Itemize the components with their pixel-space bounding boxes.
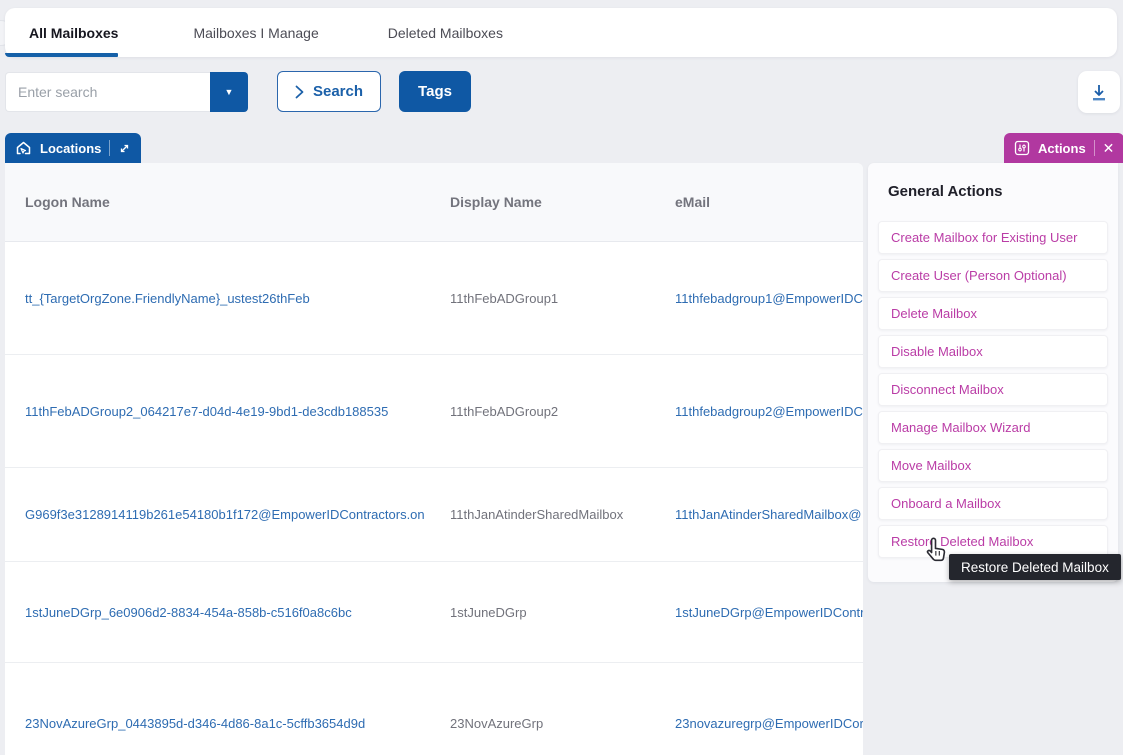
- active-tab-underline: [5, 53, 118, 57]
- email-link[interactable]: 11thfebadgroup1@EmpowerIDCo: [675, 291, 863, 306]
- tab-bar: All Mailboxes Mailboxes I Manage Deleted…: [5, 8, 1117, 57]
- actions-label: Actions: [1038, 141, 1086, 156]
- logon-name-link[interactable]: G969f3e3128914119b261e54180b1f172@Empowe…: [25, 507, 450, 522]
- download-icon: [1090, 83, 1108, 102]
- tab-all-mailboxes[interactable]: All Mailboxes: [29, 25, 118, 41]
- divider: [109, 140, 110, 156]
- panel-title: General Actions: [888, 183, 1002, 200]
- search-button[interactable]: Search: [277, 71, 381, 112]
- actions-toggle[interactable]: Actions ✕: [1004, 133, 1123, 163]
- general-actions-panel: General Actions Create Mailbox for Exist…: [868, 163, 1118, 582]
- display-name-cell: 11thFebADGroup2: [450, 404, 675, 419]
- column-header-display-name[interactable]: Display Name: [450, 194, 675, 210]
- divider: [1094, 140, 1095, 156]
- table-row: 23NovAzureGrp_0443895d-d346-4d86-8a1c-5c…: [5, 663, 863, 755]
- close-icon[interactable]: ✕: [1103, 141, 1115, 155]
- display-name-cell: 23NovAzureGrp: [450, 716, 675, 731]
- tab-deleted-mailboxes[interactable]: Deleted Mailboxes: [388, 25, 503, 41]
- tab-mailboxes-i-manage[interactable]: Mailboxes I Manage: [193, 25, 318, 41]
- email-link[interactable]: 11thJanAtinderSharedMailbox@: [675, 507, 863, 522]
- search-dropdown-button[interactable]: ▼: [210, 72, 248, 112]
- download-button[interactable]: [1078, 71, 1120, 113]
- action-list: Create Mailbox for Existing User Create …: [878, 221, 1108, 558]
- email-link[interactable]: 1stJuneDGrp@EmpowerIDContr: [675, 605, 863, 620]
- locations-toggle[interactable]: Locations: [5, 133, 141, 163]
- search-button-label: Search: [313, 83, 363, 100]
- action-disconnect-mailbox[interactable]: Disconnect Mailbox: [878, 373, 1108, 406]
- table-row: 11thFebADGroup2_064217e7-d04d-4e19-9bd1-…: [5, 355, 863, 468]
- table-row: tt_{TargetOrgZone.FriendlyName}_ustest26…: [5, 242, 863, 355]
- logon-name-link[interactable]: 11thFebADGroup2_064217e7-d04d-4e19-9bd1-…: [25, 404, 450, 419]
- display-name-cell: 11thFebADGroup1: [450, 291, 675, 306]
- tooltip: Restore Deleted Mailbox: [949, 554, 1121, 580]
- column-header-email[interactable]: eMail: [675, 194, 863, 210]
- action-move-mailbox[interactable]: Move Mailbox: [878, 449, 1108, 482]
- caret-down-icon: ▼: [225, 87, 234, 97]
- locations-label: Locations: [40, 141, 101, 156]
- chevron-right-icon: [295, 85, 304, 99]
- table-row: 1stJuneDGrp_6e0906d2-8834-454a-858b-c516…: [5, 562, 863, 663]
- display-name-cell: 11thJanAtinderSharedMailbox: [450, 507, 675, 522]
- mailbox-table: Logon Name Display Name eMail tt_{Target…: [5, 163, 863, 755]
- sliders-icon: [1014, 140, 1030, 156]
- email-link[interactable]: 23novazuregrp@EmpowerIDCor: [675, 716, 863, 731]
- action-manage-mailbox-wizard[interactable]: Manage Mailbox Wizard: [878, 411, 1108, 444]
- action-create-user-person-optional[interactable]: Create User (Person Optional): [878, 259, 1108, 292]
- action-disable-mailbox[interactable]: Disable Mailbox: [878, 335, 1108, 368]
- table-header-row: Logon Name Display Name eMail: [5, 163, 863, 242]
- page: All Mailboxes Mailboxes I Manage Deleted…: [0, 0, 1123, 755]
- logon-name-link[interactable]: 1stJuneDGrp_6e0906d2-8834-454a-858b-c516…: [25, 605, 450, 620]
- tags-button[interactable]: Tags: [399, 71, 471, 112]
- logon-name-link[interactable]: 23NovAzureGrp_0443895d-d346-4d86-8a1c-5c…: [25, 716, 450, 731]
- logon-name-link[interactable]: tt_{TargetOrgZone.FriendlyName}_ustest26…: [25, 291, 450, 306]
- action-create-mailbox-for-existing-user[interactable]: Create Mailbox for Existing User: [878, 221, 1108, 254]
- display-name-cell: 1stJuneDGrp: [450, 605, 675, 620]
- email-link[interactable]: 11thfebadgroup2@EmpowerIDC: [675, 404, 863, 419]
- location-home-icon: [15, 140, 32, 157]
- action-onboard-a-mailbox[interactable]: Onboard a Mailbox: [878, 487, 1108, 520]
- expand-diagonal-icon[interactable]: [118, 142, 131, 155]
- table-row: G969f3e3128914119b261e54180b1f172@Empowe…: [5, 468, 863, 562]
- column-header-logon-name[interactable]: Logon Name: [25, 194, 450, 210]
- action-delete-mailbox[interactable]: Delete Mailbox: [878, 297, 1108, 330]
- search-input[interactable]: [5, 72, 210, 112]
